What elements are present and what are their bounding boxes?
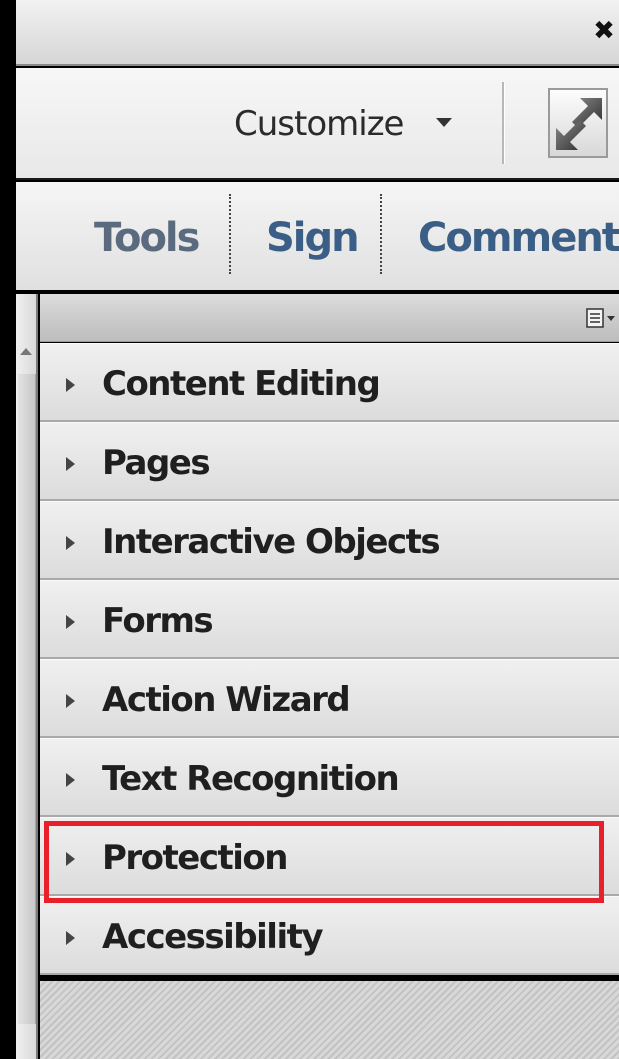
scroll-up-icon[interactable] — [20, 348, 32, 355]
pane-tabs: Tools Sign Comment — [16, 182, 619, 292]
panel-item-accessibility[interactable]: Accessibility — [40, 896, 619, 975]
left-border — [0, 0, 16, 1059]
panel-item-label: Text Recognition — [102, 759, 400, 799]
toolbar: Customize — [16, 68, 619, 180]
tab-divider — [229, 194, 231, 274]
expand-arrow-icon — [66, 378, 75, 392]
tab-divider — [380, 194, 382, 274]
expand-arrow-icon — [66, 536, 75, 550]
panel-item-label: Pages — [102, 443, 211, 483]
panel-item-content-editing[interactable]: Content Editing — [40, 343, 619, 422]
panel-item-forms[interactable]: Forms — [40, 580, 619, 659]
panel-item-label: Interactive Objects — [102, 522, 441, 562]
panel-item-protection[interactable]: Protection — [40, 817, 619, 896]
customize-button[interactable]: Customize — [234, 104, 404, 144]
tools-panel-list: Content Editing Pages Interactive Object… — [40, 343, 619, 975]
panel-item-label: Content Editing — [102, 364, 381, 404]
panel-item-interactive-objects[interactable]: Interactive Objects — [40, 501, 619, 580]
expand-arrow-icon — [66, 773, 75, 787]
tools-panel-header — [40, 294, 619, 342]
panel-empty-area — [40, 981, 619, 1059]
document-edge — [16, 294, 38, 1059]
expand-arrow-icon — [66, 457, 75, 471]
title-bar: ✖ — [16, 0, 619, 66]
expand-icon — [556, 98, 602, 150]
panel-item-label: Protection — [102, 838, 288, 878]
tab-comment[interactable]: Comment — [418, 214, 619, 262]
panel-item-label: Action Wizard — [102, 680, 351, 720]
panel-item-pages[interactable]: Pages — [40, 422, 619, 501]
tab-tools[interactable]: Tools — [94, 214, 200, 262]
tab-sign[interactable]: Sign — [266, 214, 360, 262]
panel-item-label: Accessibility — [102, 917, 324, 957]
expand-arrow-icon — [66, 694, 75, 708]
scrollbar-thumb[interactable] — [18, 374, 36, 1024]
panel-options-icon[interactable] — [585, 306, 617, 330]
close-icon[interactable]: ✖ — [593, 18, 615, 44]
expand-arrow-icon — [66, 615, 75, 629]
expand-button[interactable] — [548, 88, 608, 158]
panel-item-action-wizard[interactable]: Action Wizard — [40, 659, 619, 738]
panel-item-text-recognition[interactable]: Text Recognition — [40, 738, 619, 817]
chevron-down-icon[interactable] — [436, 118, 452, 127]
toolbar-divider — [502, 82, 504, 164]
expand-arrow-icon — [66, 852, 75, 866]
expand-arrow-icon — [66, 931, 75, 945]
panel-item-label: Forms — [102, 601, 214, 641]
